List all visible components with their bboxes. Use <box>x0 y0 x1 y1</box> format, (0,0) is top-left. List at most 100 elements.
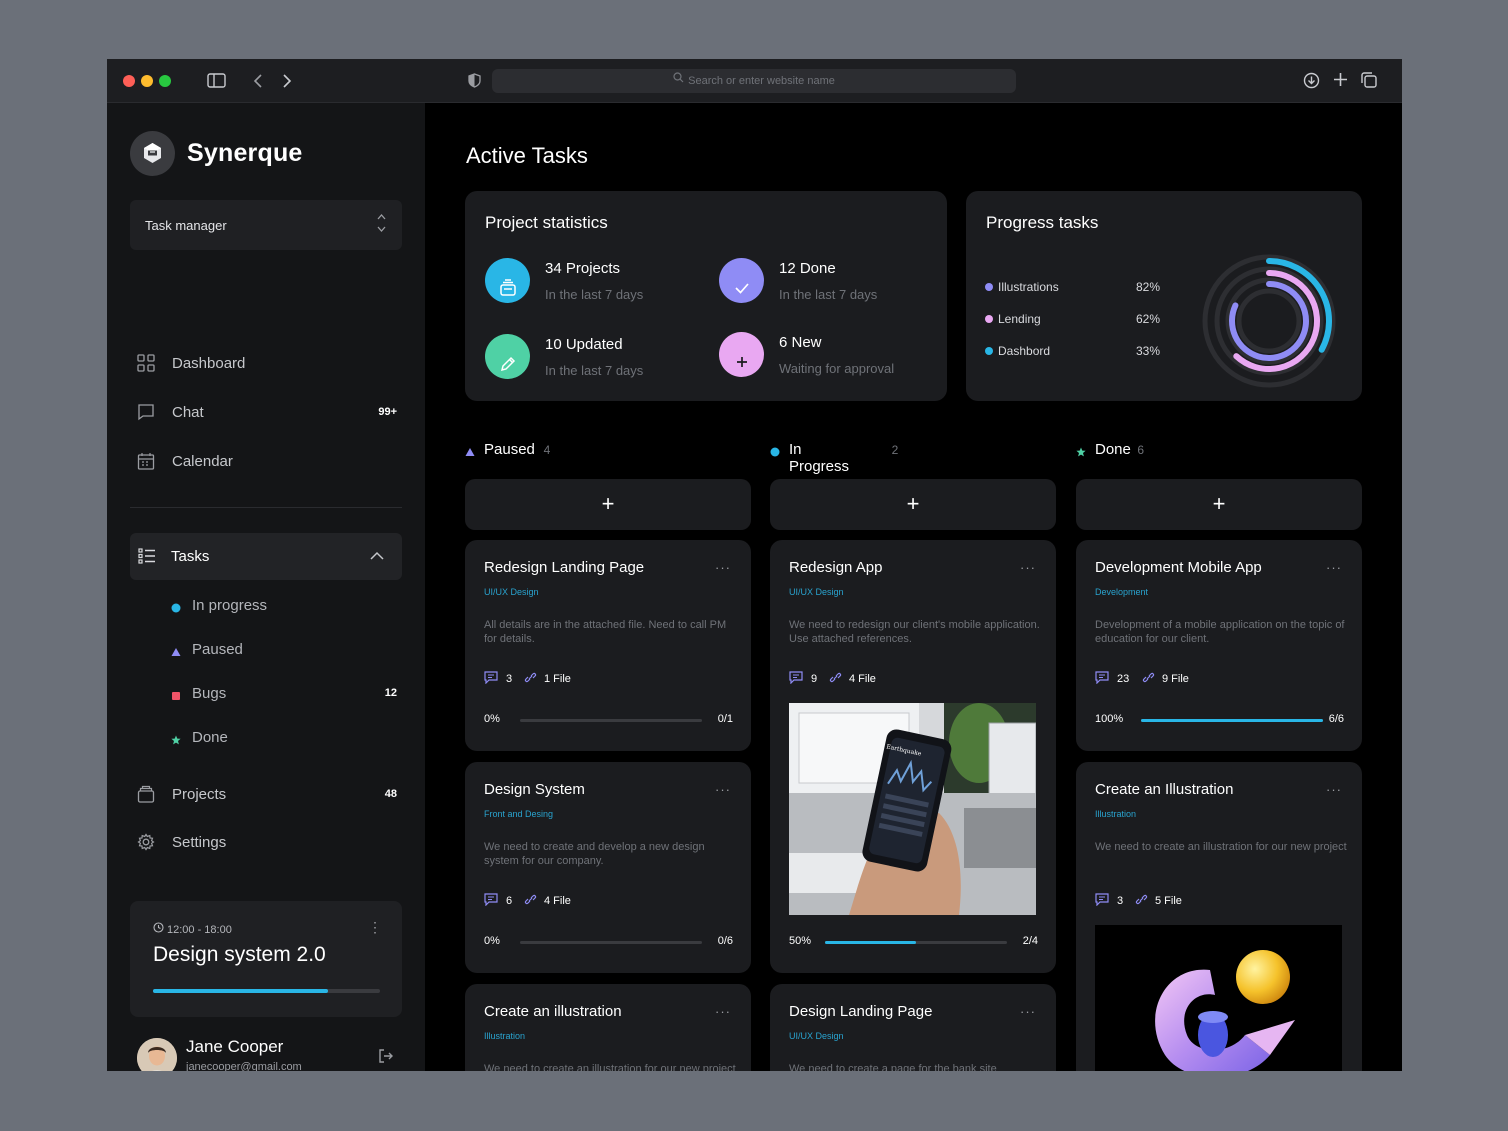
task-list-icon <box>138 548 156 568</box>
comment-icon <box>484 671 498 687</box>
stat-value: 10 Updated <box>545 336 623 353</box>
legend-percent: 82% <box>1135 280 1160 294</box>
sidebar-item-dashboard[interactable]: Dashboard <box>137 352 397 376</box>
task-card[interactable]: Design System ··· Front and Desing We need … <box>465 762 751 973</box>
stat-value: 34 Projects <box>545 260 621 277</box>
column-count: 4 <box>543 443 551 457</box>
task-image: Earthquake <box>789 703 1036 915</box>
sidebar-subitem-in-progress[interactable]: In progress <box>171 596 397 616</box>
sidebar-subitem-label: Done <box>192 729 228 746</box>
comment-icon <box>1095 671 1109 687</box>
task-category: Illustration <box>484 1031 526 1041</box>
sidebar-item-chat[interactable]: Chat 99+ <box>137 401 397 425</box>
event-card[interactable]: 12:00 - 18:00 ⋮ Design system 2.0 <box>130 901 402 1017</box>
attachment-icon[interactable] <box>828 671 843 687</box>
back-icon[interactable] <box>253 73 263 93</box>
task-title: Design System <box>484 781 585 798</box>
column-title: Done <box>1095 441 1131 458</box>
sidebar-subitem-bugs[interactable]: Bugs 12 <box>171 684 397 704</box>
stat-value: 6 New <box>779 334 822 351</box>
progress-track <box>520 719 702 722</box>
task-title: Development Mobile App <box>1095 559 1262 576</box>
count-badge: 12 <box>384 687 397 699</box>
task-card[interactable]: Create an illustration ··· Illustration We … <box>465 984 751 1071</box>
maximize-window-button[interactable] <box>159 75 171 87</box>
attachment-icon[interactable] <box>523 671 538 687</box>
close-window-button[interactable] <box>123 75 135 87</box>
ring-illustrations <box>1229 281 1309 361</box>
panel-title: Project statistics <box>485 213 608 232</box>
sidebar-item-settings[interactable]: Settings <box>137 831 397 855</box>
task-card[interactable]: Development Mobile App ··· Development Deve… <box>1076 540 1362 751</box>
comment-count: 6 <box>506 895 513 907</box>
workspace-selector[interactable]: Task manager <box>130 200 402 250</box>
user-name: Jane Cooper <box>186 1037 284 1056</box>
comment-icon <box>484 893 498 909</box>
sidebar-subitem-done[interactable]: Done <box>171 728 397 748</box>
page-title: Active Tasks <box>466 143 588 168</box>
more-horizontal-icon[interactable]: ··· <box>1020 560 1036 575</box>
stat-10-updated: 10 Updated In the last 7 days <box>485 334 705 384</box>
task-meta: 23 9 File <box>1095 671 1345 688</box>
user-email: janecooper@gmail.com <box>186 1061 302 1071</box>
url-bar[interactable]: Search or enter website name <box>492 69 1016 93</box>
more-horizontal-icon[interactable]: ··· <box>715 560 731 575</box>
logout-icon[interactable] <box>378 1048 394 1069</box>
task-description: We need to create and develop a new desi… <box>484 841 705 867</box>
attachment-icon[interactable] <box>523 893 538 909</box>
legend-item: Dashbord 33% <box>985 343 1160 359</box>
more-vertical-icon[interactable]: ⋮ <box>368 919 382 936</box>
progress-fill <box>1141 719 1323 722</box>
progress-ratio: 0/1 <box>717 713 733 725</box>
file-count: 4 File <box>544 895 571 907</box>
task-meta: 3 5 File <box>1095 893 1345 910</box>
ring-track <box>1236 288 1302 354</box>
stat-subtitle: In the last 7 days <box>545 287 644 302</box>
task-card[interactable]: Design Landing Page ··· UI/UX Design We nee… <box>770 984 1056 1071</box>
add-task-button[interactable]: + <box>770 479 1056 530</box>
more-horizontal-icon[interactable]: ··· <box>715 782 731 797</box>
add-task-button[interactable]: + <box>1076 479 1362 530</box>
progress-track <box>825 941 1007 944</box>
url-placeholder: Search or enter website name <box>688 75 835 87</box>
tabs-overview-icon[interactable] <box>1361 72 1377 92</box>
workspace-selector-value: Task manager <box>145 218 227 233</box>
grid-icon <box>137 354 155 372</box>
task-card[interactable]: Redesign Landing Page ··· UI/UX Design All … <box>465 540 751 751</box>
download-icon[interactable] <box>1303 72 1320 93</box>
attachment-icon[interactable] <box>1134 893 1149 909</box>
star-marker-icon <box>171 732 181 745</box>
sidebar-subitem-label: In progress <box>192 597 268 614</box>
minimize-window-button[interactable] <box>141 75 153 87</box>
avatar[interactable] <box>137 1038 177 1071</box>
sidebar-item-label: Chat <box>172 404 204 421</box>
task-card[interactable]: Create an Illustration ··· Illustration We … <box>1076 762 1362 1071</box>
new-tab-icon[interactable] <box>1333 72 1348 91</box>
progress-ratio: 2/4 <box>1022 935 1038 947</box>
more-horizontal-icon[interactable]: ··· <box>715 1004 731 1019</box>
task-category: UI/UX Design <box>789 1031 844 1041</box>
more-horizontal-icon[interactable]: ··· <box>1020 1004 1036 1019</box>
event-title: Design system 2.0 <box>153 943 326 966</box>
task-description: All details are in the attached file. Ne… <box>484 619 727 645</box>
legend-name: Lending <box>998 312 1041 326</box>
task-progress: 50% 2/4 <box>789 935 1038 949</box>
task-card[interactable]: Redesign App ··· UI/UX Design We need to re… <box>770 540 1056 973</box>
sidebar-item-calendar[interactable]: Calendar <box>137 450 397 474</box>
calendar-icon <box>137 452 155 470</box>
comment-icon <box>1095 893 1109 909</box>
sidebar-item-label: Settings <box>172 834 227 851</box>
folder-icon <box>137 785 155 803</box>
sidebar-item-tasks[interactable]: Tasks <box>130 533 402 580</box>
comment-count: 23 <box>1117 673 1130 685</box>
more-horizontal-icon[interactable]: ··· <box>1326 560 1342 575</box>
sidebar-item-projects[interactable]: Projects 48 <box>137 783 397 807</box>
forward-icon[interactable] <box>282 73 292 93</box>
column-title: In Progress <box>789 441 850 475</box>
more-horizontal-icon[interactable]: ··· <box>1326 782 1342 797</box>
sidebar-toggle-icon[interactable] <box>207 73 226 92</box>
add-task-button[interactable]: + <box>465 479 751 530</box>
attachment-icon[interactable] <box>1141 671 1156 687</box>
chevron-up-icon[interactable] <box>370 547 384 563</box>
sidebar-subitem-paused[interactable]: Paused <box>171 640 397 660</box>
